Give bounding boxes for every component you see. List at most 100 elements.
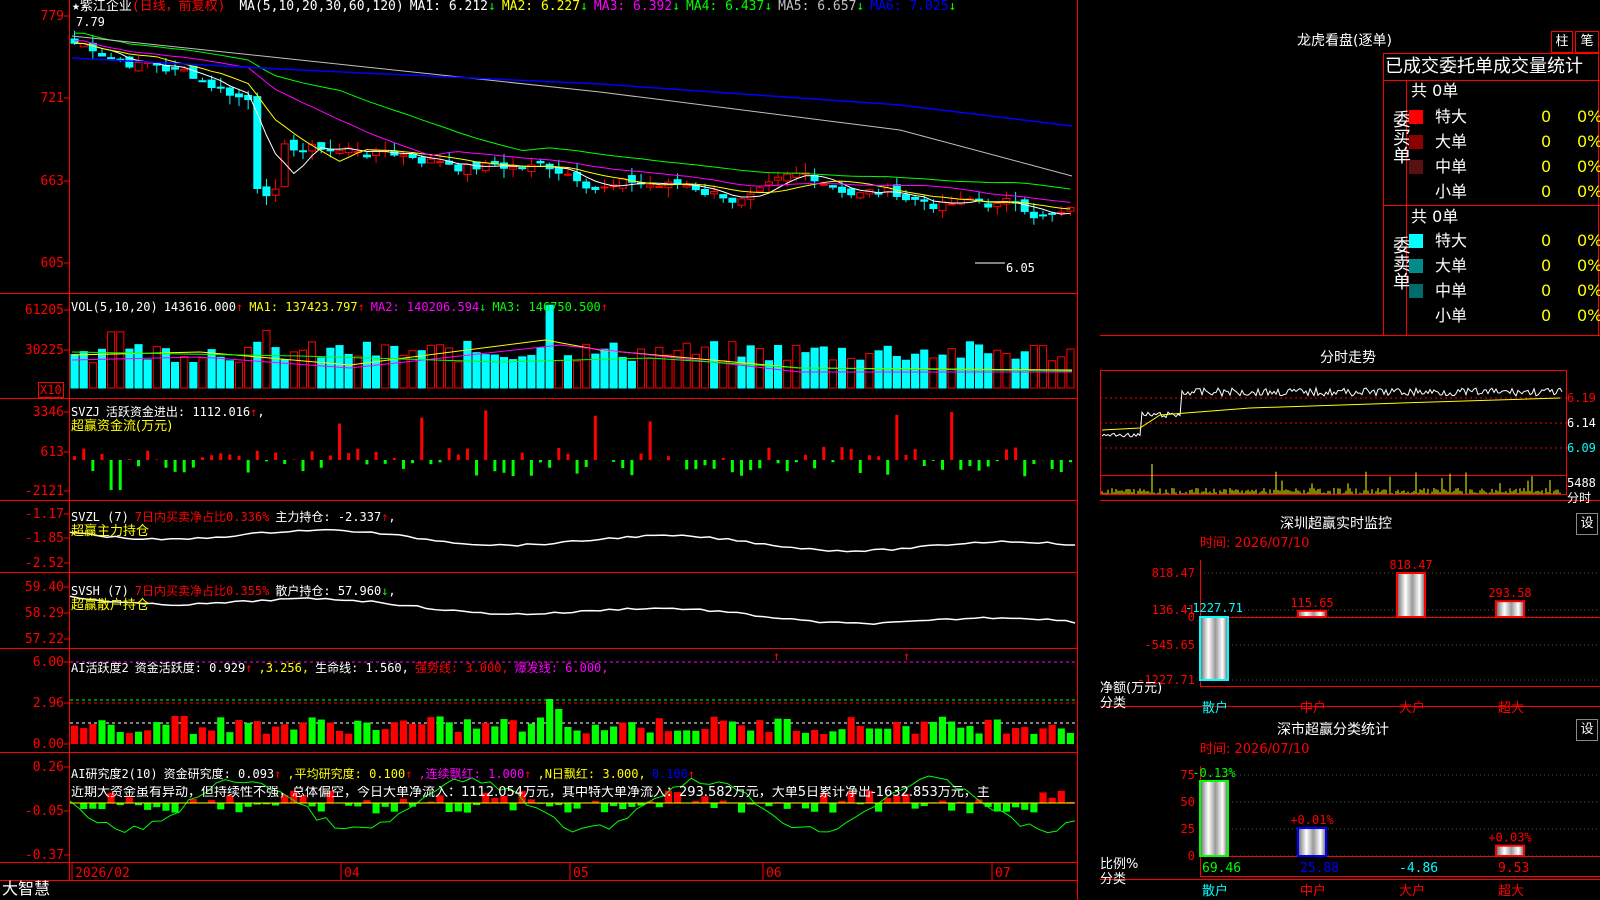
activity-bar xyxy=(728,721,736,744)
activity-bar xyxy=(737,725,746,744)
lhb-row-label: 大单 xyxy=(1435,132,1468,151)
volume-bar xyxy=(1011,358,1020,389)
ma-header-item: ↓ xyxy=(948,0,957,14)
research-bar xyxy=(509,803,517,811)
lhb-row: 大单 0 0% xyxy=(1409,131,1600,153)
svzj-y-label: -2121 xyxy=(25,484,64,499)
svzj-panel-item: 活跃资金进出: 1112.016 xyxy=(105,405,251,419)
ai-research-panel-item: ,平均研究度: 0.100 xyxy=(287,767,406,781)
activity-bar xyxy=(509,720,517,744)
date-label: 06 xyxy=(766,866,782,881)
activity-bar xyxy=(381,729,389,744)
research-bar xyxy=(655,803,663,808)
ma-header-item: ↓ xyxy=(856,0,865,14)
lhb-row-pct: 0% xyxy=(1577,281,1600,300)
svzl-y-label: -1.85 xyxy=(25,531,64,546)
candle-body xyxy=(134,62,143,72)
ma-header: MA(5,10,20,30,60,120) MA1: 6.212↓ MA2: 6.2… xyxy=(233,0,956,14)
ma-header-item: MA1: 6.212 xyxy=(409,0,488,14)
research-bar xyxy=(372,803,380,814)
sz-monitor-settings-button[interactable]: 设 xyxy=(1576,513,1598,535)
change-label: +0.01% xyxy=(1290,813,1334,827)
lhb-row-pct: 0% xyxy=(1577,157,1600,176)
volume-bar xyxy=(737,356,746,389)
monitor-y-label: -545.65 xyxy=(1144,638,1195,652)
volume-bar xyxy=(372,355,381,389)
lhb-row-label: 大单 xyxy=(1435,256,1468,275)
ma-line xyxy=(74,40,1071,203)
candle-body xyxy=(673,179,682,185)
ma-header-item: MA2: 6.227 xyxy=(501,0,581,14)
research-bar xyxy=(354,803,362,807)
volume-bar xyxy=(490,354,499,389)
activity-bar xyxy=(226,732,234,744)
legend-swatch xyxy=(1409,110,1423,124)
ma-line xyxy=(74,42,1071,215)
lhb-row-count: 0 xyxy=(1541,107,1552,126)
legend-swatch xyxy=(1409,160,1423,174)
candle-body xyxy=(737,198,746,206)
research-bar xyxy=(600,803,609,813)
research-bar xyxy=(1002,803,1011,812)
activity-bar xyxy=(948,721,956,744)
category-bar xyxy=(1495,844,1525,857)
activity-bar xyxy=(984,719,992,744)
class-y-label: 0 xyxy=(1188,849,1195,863)
research-bar xyxy=(162,803,170,811)
research-bar xyxy=(546,803,554,807)
volume-bar xyxy=(1029,344,1038,389)
sz-class-settings-button[interactable]: 设 xyxy=(1576,719,1598,741)
candle-body xyxy=(436,161,445,164)
activity-bar xyxy=(500,719,508,744)
research-bar xyxy=(801,803,810,809)
research-bar xyxy=(144,803,152,810)
svsh-panel-item: 散户持仓: 57.960 xyxy=(275,584,382,598)
lhb-row: 特大 0 0% xyxy=(1409,106,1600,128)
activity-bar xyxy=(354,720,362,744)
legend-swatch xyxy=(1409,259,1423,273)
candle-body xyxy=(180,68,189,72)
activity-bar xyxy=(546,699,554,744)
volume-bar xyxy=(344,353,353,389)
volume-bar xyxy=(509,359,518,389)
main-y-label: 721 xyxy=(41,91,64,106)
activity-bar xyxy=(591,724,599,744)
volume-bar xyxy=(664,354,673,389)
column-view-button[interactable]: 柱 xyxy=(1551,31,1573,53)
vol-panel-item: MA1: 137423.797 xyxy=(249,300,358,314)
candle-body xyxy=(335,149,344,154)
intraday-avg-line xyxy=(1101,397,1561,431)
candle-body xyxy=(993,203,1002,208)
lhb-row: 大单 0 0% xyxy=(1409,255,1600,277)
activity-bar xyxy=(463,719,471,744)
legend-swatch xyxy=(1409,135,1423,149)
activity-bar xyxy=(189,733,197,744)
category-label: 超大 xyxy=(1498,884,1524,899)
vol-header: VOL(5,10,20) 143616.000↑ MA1: 137423.797↑ M… xyxy=(71,300,608,314)
pen-view-button[interactable]: 笔 xyxy=(1575,31,1599,53)
candle-body xyxy=(646,184,655,188)
candle-body xyxy=(618,178,627,189)
volume-bar xyxy=(189,361,198,389)
research-bar xyxy=(948,803,956,811)
ma-header-item: MA3: 6.392 xyxy=(593,0,673,14)
volume-bar xyxy=(390,345,399,389)
activity-bar xyxy=(710,716,718,744)
volume-bar xyxy=(956,357,965,389)
volume-bar xyxy=(865,353,874,389)
activity-bar xyxy=(747,730,755,744)
candle-body xyxy=(700,188,709,195)
volume-bar xyxy=(710,341,719,389)
intraday-price-line xyxy=(1101,386,1563,438)
research-bar xyxy=(445,803,453,813)
research-bar xyxy=(737,803,746,813)
vol-unit: X10 xyxy=(38,382,64,398)
research-bar xyxy=(235,803,243,813)
svsh-y-label: 58.29 xyxy=(25,606,64,621)
category-label: 大户 xyxy=(1399,700,1425,716)
kline-chart-area[interactable]: 779 721 663 605 61205 30225 3346 613 -2121 -1.17 -… xyxy=(0,0,1100,900)
category-label: 中户 xyxy=(1300,700,1326,716)
volume-bar xyxy=(554,360,563,389)
research-bar xyxy=(911,803,919,809)
lhb-row-count: 0 xyxy=(1541,281,1552,300)
